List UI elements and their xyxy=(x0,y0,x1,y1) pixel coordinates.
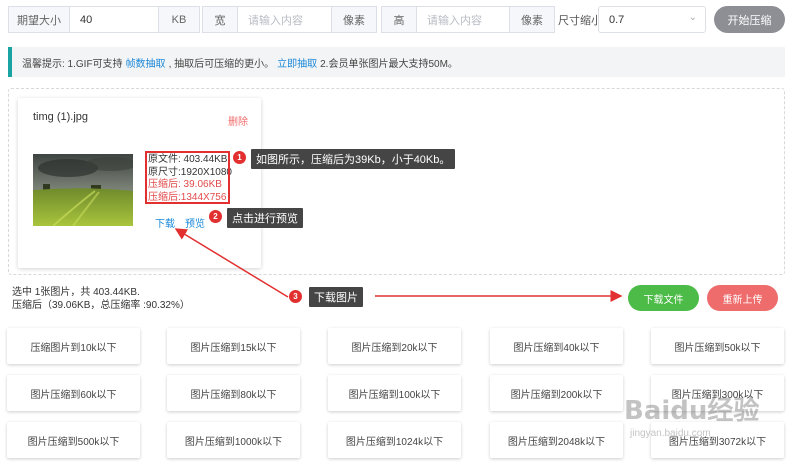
preset-button[interactable]: 图片压缩到2048k以下 xyxy=(490,422,623,458)
preset-button[interactable]: 图片压缩到15k以下 xyxy=(167,328,300,364)
preset-button[interactable]: 图片压缩到50k以下 xyxy=(651,328,784,364)
summary-compressed: 压缩后（39.06KB，总压缩率 :90.32%） xyxy=(12,300,190,311)
preset-button[interactable]: 图片压缩到100k以下 xyxy=(328,375,461,411)
annotation-badge-2: 2 xyxy=(209,210,222,223)
annotation-note-1: 如图所示，压缩后为39Kb，小于40Kb。 xyxy=(251,149,456,169)
compression-summary: 选中 1张图片，共 403.44KB. 压缩后（39.06KB，总压缩率 :90… xyxy=(12,286,190,312)
annotation-note-3: 下载图片 xyxy=(309,287,363,307)
preset-button[interactable]: 图片压缩到20k以下 xyxy=(328,328,461,364)
preset-button[interactable]: 图片压缩到1000k以下 xyxy=(167,422,300,458)
summary-selected: 选中 1张图片，共 403.44KB. xyxy=(12,287,140,298)
annotation-badge-3: 3 xyxy=(289,290,302,303)
preset-button[interactable]: 图片压缩到300k以下 xyxy=(651,375,784,411)
annotation-badge-1: 1 xyxy=(233,151,246,164)
preset-button[interactable]: 图片压缩到500k以下 xyxy=(7,422,140,458)
annotation-note-2: 点击进行预览 xyxy=(227,208,303,228)
preset-button[interactable]: 图片压缩到200k以下 xyxy=(490,375,623,411)
preset-button[interactable]: 压缩图片到10k以下 xyxy=(7,328,140,364)
reupload-button[interactable]: 重新上传 xyxy=(707,285,778,311)
download-files-button[interactable]: 下载文件 xyxy=(628,285,699,311)
preset-button[interactable]: 图片压缩到1024k以下 xyxy=(328,422,461,458)
arrow-to-download-link xyxy=(174,228,289,298)
preset-button[interactable]: 图片压缩到3072k以下 xyxy=(651,422,784,458)
preset-button[interactable]: 图片压缩到40k以下 xyxy=(490,328,623,364)
preset-button[interactable]: 图片压缩到60k以下 xyxy=(7,375,140,411)
preset-button[interactable]: 图片压缩到80k以下 xyxy=(167,375,300,411)
